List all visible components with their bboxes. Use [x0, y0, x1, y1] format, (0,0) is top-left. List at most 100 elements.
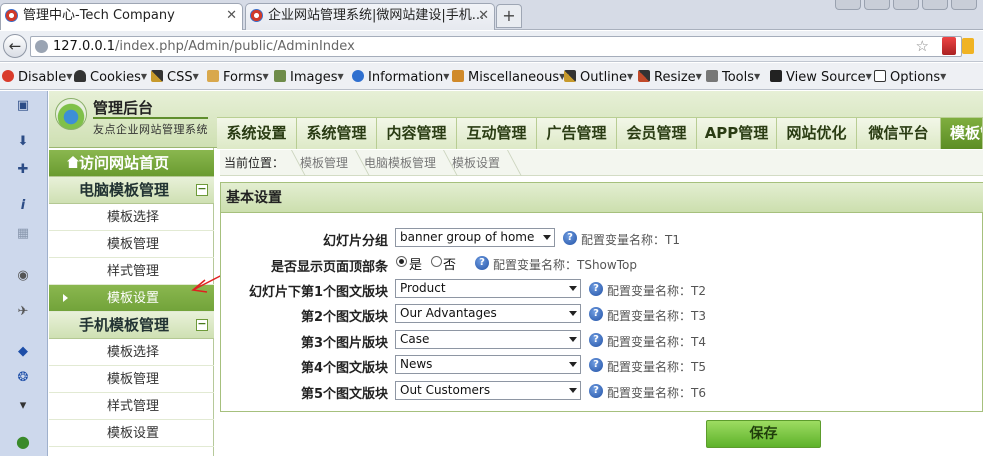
- sidebar-item-mobile-template-settings[interactable]: 模板设置: [49, 420, 214, 447]
- breadcrumb-item[interactable]: 模板管理: [300, 150, 348, 176]
- site-favicon-icon: [250, 9, 263, 22]
- field-label-block-2: 第2个图文版块: [300, 310, 388, 325]
- radio-no[interactable]: [431, 256, 442, 267]
- breadcrumb-item[interactable]: 电脑模板管理: [364, 150, 436, 176]
- block-4-select[interactable]: News: [395, 355, 581, 374]
- addon-icon-strip: ▣ ⬇ ✚ i ▦ ◉ ✈ ◆ ❂ ▾ ●: [0, 91, 48, 456]
- expand-icon[interactable]: ▣: [14, 97, 32, 115]
- satellite-icon[interactable]: ✈: [14, 303, 32, 321]
- swirl-icon[interactable]: ❂: [14, 369, 32, 387]
- dev-images-menu[interactable]: Images▼: [274, 68, 344, 85]
- help-icon[interactable]: ?: [589, 307, 603, 321]
- window-close-button[interactable]: [922, 0, 948, 10]
- field-label-block-3: 第3个图片版块: [300, 336, 388, 351]
- block-3-select[interactable]: Case: [395, 330, 581, 349]
- help-icon[interactable]: ?: [589, 384, 603, 398]
- main-nav: 系统设置 系统管理 内容管理 互动管理 广告管理 会员管理 APP管理 网站优化…: [217, 117, 983, 149]
- sidebar-item-mobile-style-manage[interactable]: 样式管理: [49, 393, 214, 420]
- tab-title: 管理中心-Tech Company: [23, 8, 175, 23]
- close-tab-icon[interactable]: ✕: [478, 4, 489, 28]
- dropdown-box-icon[interactable]: ▾: [14, 397, 32, 415]
- admin-header: 管理后台 友点企业网站管理系统 系统设置 系统管理 内容管理 互动管理 广告管理…: [49, 91, 983, 149]
- nav-tab-app[interactable]: APP管理: [697, 118, 777, 149]
- browser-tab-admin[interactable]: 管理中心-Tech Company ✕: [0, 3, 243, 30]
- down-arrow-icon[interactable]: ⬇: [14, 133, 32, 151]
- nav-tab-system-manage[interactable]: 系统管理: [297, 118, 377, 149]
- pencil-icon: [151, 70, 163, 82]
- block-5-select[interactable]: Out Customers: [395, 381, 581, 400]
- slideshow-group-select[interactable]: banner group of home: [395, 228, 555, 247]
- dev-resize-menu[interactable]: Resize▼: [638, 68, 702, 85]
- sidebar-item-mobile-template-manage[interactable]: 模板管理: [49, 366, 214, 393]
- nav-tab-seo[interactable]: 网站优化: [777, 118, 857, 149]
- window-restore-button[interactable]: [864, 0, 890, 10]
- globe-icon[interactable]: ◉: [14, 267, 32, 285]
- bookmark-star-icon[interactable]: ☆: [916, 37, 929, 55]
- sidebar: 访问网站首页 电脑模板管理 − 模板选择 模板管理 样式管理 模板设置 手机模板…: [49, 148, 214, 456]
- feather-addon-icon[interactable]: [942, 37, 956, 55]
- dev-outline-menu[interactable]: Outline▼: [564, 68, 633, 85]
- puzzle-icon[interactable]: ✚: [14, 161, 32, 179]
- visit-home-link[interactable]: 访问网站首页: [49, 150, 214, 177]
- save-button[interactable]: 保存: [706, 420, 821, 448]
- collapse-icon[interactable]: −: [196, 318, 208, 331]
- globe-icon: [35, 40, 48, 53]
- nav-tab-interaction[interactable]: 互动管理: [457, 118, 537, 149]
- nav-tab-templates[interactable]: 模板管: [941, 118, 983, 149]
- field-label-block-4: 第4个图文版块: [300, 361, 388, 376]
- chevron-down-icon: [543, 235, 551, 240]
- window-maximize-button[interactable]: [893, 0, 919, 10]
- hat-icon[interactable]: ◆: [14, 343, 32, 361]
- green-ball-icon[interactable]: ●: [14, 433, 32, 451]
- info-icon[interactable]: i: [14, 197, 32, 215]
- chevron-down-icon: [569, 337, 577, 342]
- dev-css-menu[interactable]: CSS▼: [151, 68, 199, 85]
- url-path: /index.php/Admin/public/AdminIndex: [115, 39, 355, 54]
- help-icon[interactable]: ?: [475, 256, 489, 270]
- dev-miscellaneous-menu[interactable]: Miscellaneous▼: [452, 68, 565, 85]
- dev-information-menu[interactable]: Information▼: [352, 68, 449, 85]
- radio-no-label: 否: [443, 258, 457, 273]
- block-1-select[interactable]: Product: [395, 279, 581, 298]
- back-button[interactable]: ←: [3, 34, 27, 58]
- ruler-icon: [638, 70, 650, 82]
- url-host: 127.0.0.1: [53, 39, 116, 54]
- sidebar-group-mobile-templates[interactable]: 手机模板管理 −: [49, 312, 214, 339]
- lock-addon-icon[interactable]: [962, 38, 974, 54]
- sidebar-group-pc-templates[interactable]: 电脑模板管理 −: [49, 177, 214, 204]
- chevron-down-icon: [569, 286, 577, 291]
- breadcrumb-item[interactable]: 模板设置: [452, 150, 500, 176]
- browser-tab-bar: 管理中心-Tech Company ✕ 企业网站管理系统|微网站建设|手机...…: [0, 0, 983, 30]
- dev-options-menu[interactable]: Options▼: [874, 68, 946, 85]
- nav-tab-system-settings[interactable]: 系统设置: [217, 118, 297, 149]
- close-tab-icon[interactable]: ✕: [226, 4, 237, 28]
- dev-cookies-menu[interactable]: Cookies▼: [74, 68, 147, 85]
- help-icon[interactable]: ?: [589, 358, 603, 372]
- sidebar-item-mobile-template-select[interactable]: 模板选择: [49, 339, 214, 366]
- address-bar[interactable]: 127.0.0.1/index.php/Admin/public/AdminIn…: [30, 36, 962, 57]
- help-icon[interactable]: ?: [589, 282, 603, 296]
- browser-tab-site[interactable]: 企业网站管理系统|微网站建设|手机... ✕: [245, 3, 495, 30]
- window-extra-button[interactable]: [951, 0, 977, 10]
- toolbox-icon: [452, 70, 464, 82]
- help-icon[interactable]: ?: [589, 333, 603, 347]
- sidebar-item-template-select[interactable]: 模板选择: [49, 204, 214, 231]
- collapse-icon[interactable]: −: [196, 183, 208, 196]
- dev-tools-menu[interactable]: Tools▼: [706, 68, 760, 85]
- nav-tab-content[interactable]: 内容管理: [377, 118, 457, 149]
- radio-yes[interactable]: [396, 256, 407, 267]
- dev-view-source-menu[interactable]: View Source▼: [770, 68, 872, 85]
- block-2-select[interactable]: Our Advantages: [395, 304, 581, 323]
- pencil-icon: [564, 70, 576, 82]
- grid-icon[interactable]: ▦: [14, 225, 32, 243]
- nav-tab-wechat[interactable]: 微信平台: [857, 118, 941, 149]
- url-text: 127.0.0.1/index.php/Admin/public/AdminIn…: [53, 38, 355, 55]
- dev-forms-menu[interactable]: Forms▼: [207, 68, 269, 85]
- nav-tab-members[interactable]: 会员管理: [617, 118, 697, 149]
- wrench-icon: [706, 70, 718, 82]
- window-minimize-button[interactable]: [835, 0, 861, 10]
- help-icon[interactable]: ?: [563, 231, 577, 245]
- nav-tab-ads[interactable]: 广告管理: [537, 118, 617, 149]
- dev-disable-menu[interactable]: Disable▼: [2, 68, 72, 85]
- new-tab-button[interactable]: +: [496, 4, 522, 28]
